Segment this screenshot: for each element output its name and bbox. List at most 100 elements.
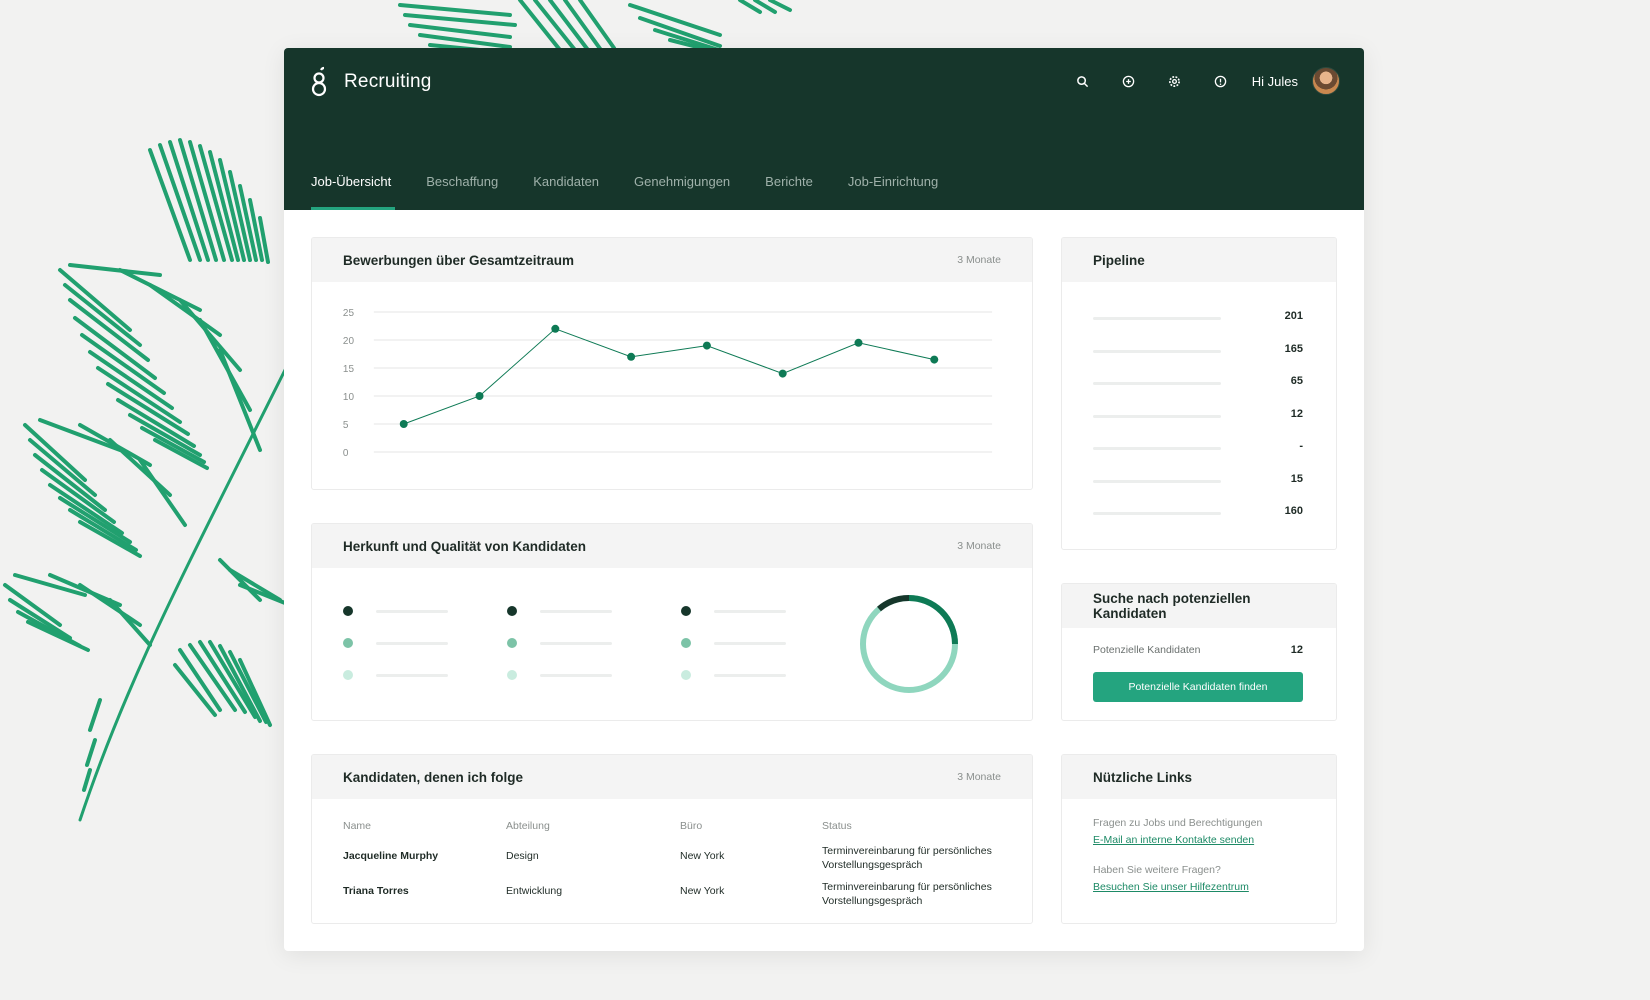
pipeline-value: 15 (1290, 473, 1303, 485)
legend-line (376, 642, 448, 645)
candidate-name[interactable]: Triana Torres (343, 884, 409, 898)
settings-button[interactable] (1152, 66, 1198, 96)
followed-header: Kandidaten, denen ich folge 3 Monate (312, 755, 1032, 799)
tab-candidates[interactable]: Kandidaten (533, 160, 599, 210)
pipeline-row[interactable]: 160 (1093, 503, 1303, 523)
column-header-name[interactable]: Name (343, 820, 371, 832)
candidate-status: Vorstellungsgespräch (822, 859, 923, 871)
column-header-department[interactable]: Abteilung (506, 820, 550, 832)
data-point[interactable] (702, 341, 711, 350)
tab-reports[interactable]: Berichte (765, 160, 813, 210)
pipeline-row[interactable]: 65 (1093, 373, 1303, 393)
quality-donut-chart (860, 594, 958, 693)
candidate-department: Entwicklung (506, 885, 563, 897)
data-point[interactable] (778, 369, 787, 378)
line-chart-svg: 25 20 15 10 5 0 (343, 308, 993, 459)
followed-period[interactable]: 3 Monate (957, 771, 1001, 783)
search-icon (1077, 75, 1089, 87)
legend-line (540, 674, 612, 677)
prospects-title: Suche nach potenziellen Kandidaten (1093, 591, 1251, 621)
legend-line (714, 674, 786, 677)
email-internal-link[interactable]: E-Mail an interne Kontakte senden (1093, 834, 1323, 846)
pipeline-value: 165 (1284, 343, 1303, 355)
pipeline-value: 65 (1290, 375, 1303, 387)
legend-line (714, 610, 786, 613)
legend-dot (507, 638, 517, 648)
top-navigation: Recruiting Hi Jules Job-Übersicht Bescha… (284, 48, 1364, 210)
y-tick-label: 0 (343, 448, 349, 459)
pipeline-bar (1093, 480, 1221, 483)
legend-line (376, 674, 448, 677)
y-tick-label: 15 (343, 364, 355, 375)
legend-line (376, 610, 448, 613)
candidate-status: Terminvereinbarung für persönliches (822, 881, 992, 893)
data-point[interactable] (551, 324, 560, 333)
source-quality-header: Herkunft und Qualität von Kandidaten 3 M… (312, 524, 1032, 568)
prospects-card: Suche nach potenziellen Kandidaten Poten… (1061, 583, 1337, 721)
pipeline-row[interactable]: 15 (1093, 471, 1303, 491)
legend-dot (507, 670, 517, 680)
useful-links-title: Nützliche Links (1093, 769, 1193, 785)
pipeline-value: 201 (1284, 310, 1303, 322)
legend-line (540, 610, 612, 613)
header-actions: Hi Jules (1060, 66, 1340, 96)
help-button[interactable] (1198, 66, 1244, 96)
candidate-name[interactable]: Jacqueline Murphy (343, 849, 438, 863)
pipeline-bar (1093, 317, 1221, 320)
tab-approvals[interactable]: Genehmigungen (634, 160, 730, 210)
user-greeting: Hi Jules (1251, 73, 1298, 89)
applications-card: Bewerbungen über Gesamtzeitraum 3 Monate… (311, 237, 1033, 490)
source-quality-card: Herkunft und Qualität von Kandidaten 3 M… (311, 523, 1033, 721)
pipeline-bar (1093, 447, 1221, 450)
y-tick-label: 5 (343, 420, 349, 431)
legend-dot (343, 638, 353, 648)
pipeline-value: 160 (1284, 505, 1303, 517)
legend-dot (343, 670, 353, 680)
links-question: Haben Sie weitere Fragen? (1093, 864, 1221, 876)
legend-line (714, 642, 786, 645)
applications-period[interactable]: 3 Monate (957, 254, 1001, 266)
data-point[interactable] (854, 338, 863, 347)
column-header-office[interactable]: Büro (680, 820, 702, 832)
gear-icon (1169, 75, 1181, 87)
greenhouse-logo-icon (311, 66, 327, 97)
legend-dot (681, 670, 691, 680)
add-button[interactable] (1106, 66, 1152, 96)
find-prospects-button[interactable]: Potenzielle Kandidaten finden (1093, 672, 1303, 702)
tab-sourcing[interactable]: Beschaffung (426, 160, 498, 210)
candidate-department: Design (506, 850, 539, 862)
pipeline-title: Pipeline (1093, 252, 1145, 268)
data-point[interactable] (399, 420, 408, 428)
tab-job-setup[interactable]: Job-Einrichtung (848, 160, 938, 210)
prospects-label: Potenzielle Kandidaten (1093, 644, 1201, 656)
source-quality-period[interactable]: 3 Monate (957, 540, 1001, 552)
app-title: Recruiting (344, 71, 432, 92)
legend-dot (343, 606, 353, 616)
avatar[interactable] (1312, 67, 1340, 95)
source-quality-title: Herkunft und Qualität von Kandidaten (343, 538, 587, 554)
data-point[interactable] (627, 352, 636, 361)
brand[interactable]: Recruiting (308, 66, 432, 98)
column-header-status[interactable]: Status (822, 820, 852, 832)
useful-links-header: Nützliche Links (1062, 755, 1336, 799)
prospects-count-row: Potenzielle Kandidaten 12 (1093, 644, 1303, 656)
pipeline-bar (1093, 382, 1221, 385)
pipeline-row[interactable]: 165 (1093, 341, 1303, 361)
candidate-status: Vorstellungsgespräch (822, 895, 923, 907)
y-tick-label: 20 (343, 336, 355, 347)
pipeline-row[interactable]: - (1093, 438, 1303, 458)
pipeline-row[interactable]: 201 (1093, 308, 1303, 328)
help-center-link[interactable]: Besuchen Sie unser Hilfezentrum (1093, 881, 1323, 893)
pipeline-bar (1093, 415, 1221, 418)
help-icon (1214, 75, 1227, 87)
data-point[interactable] (930, 355, 939, 364)
useful-links-card: Nützliche Links Fragen zu Jobs und Berec… (1061, 754, 1337, 924)
pipeline-row[interactable]: 12 (1093, 406, 1303, 426)
applications-title: Bewerbungen über Gesamtzeitraum (343, 252, 575, 268)
tab-job-overview[interactable]: Job-Übersicht (311, 160, 396, 210)
legend-dot (681, 638, 691, 648)
data-point[interactable] (475, 392, 484, 400)
links-question: Fragen zu Jobs und Berechtigungen (1093, 817, 1263, 829)
search-button[interactable] (1060, 66, 1106, 96)
pipeline-bar (1093, 350, 1221, 353)
